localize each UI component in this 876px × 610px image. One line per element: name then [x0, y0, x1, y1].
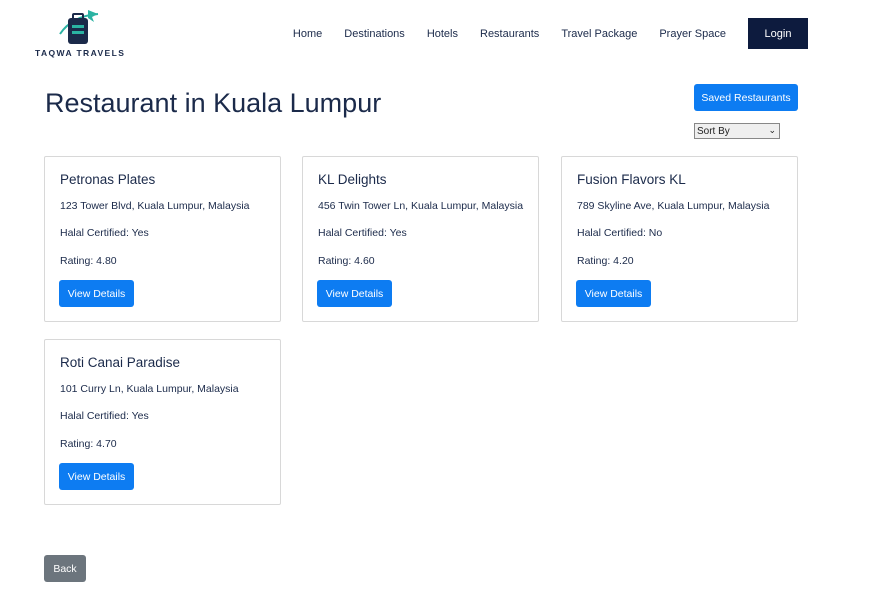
back-button[interactable]: Back [44, 555, 86, 582]
halal-status: Halal Certified: No [577, 227, 663, 239]
restaurant-address: 123 Tower Blvd, Kuala Lumpur, Malaysia [60, 200, 250, 212]
nav-travel-package[interactable]: Travel Package [561, 28, 637, 40]
nav-restaurants[interactable]: Restaurants [480, 28, 539, 40]
restaurant-name: Roti Canai Paradise [60, 355, 181, 370]
restaurant-rating: Rating: 4.20 [577, 255, 634, 267]
brand-name: TAQWA TRAVELS [35, 48, 126, 58]
restaurant-card: Petronas Plates 123 Tower Blvd, Kuala Lu… [44, 156, 281, 322]
sort-select[interactable]: Sort By ⌄ [694, 123, 780, 139]
halal-status: Halal Certified: Yes [60, 410, 149, 422]
nav-prayer-space[interactable]: Prayer Space [659, 28, 726, 40]
restaurant-name: KL Delights [318, 172, 387, 187]
halal-status: Halal Certified: Yes [318, 227, 407, 239]
restaurant-rating: Rating: 4.60 [318, 255, 375, 267]
restaurant-rating: Rating: 4.70 [60, 438, 117, 450]
saved-restaurants-button[interactable]: Saved Restaurants [694, 84, 798, 111]
main-nav: Home Destinations Hotels Restaurants Tra… [293, 18, 808, 49]
sort-select-value: Sort By [697, 125, 730, 137]
view-details-button[interactable]: View Details [59, 280, 134, 307]
restaurant-card: Roti Canai Paradise 101 Curry Ln, Kuala … [44, 339, 281, 505]
view-details-button[interactable]: View Details [59, 463, 134, 490]
nav-hotels[interactable]: Hotels [427, 28, 458, 40]
restaurant-card: Fusion Flavors KL 789 Skyline Ave, Kuala… [561, 156, 798, 322]
luggage-plane-icon [59, 10, 99, 44]
brand-logo[interactable]: TAQWA TRAVELS [34, 8, 126, 58]
page-title: Restaurant in Kuala Lumpur [45, 88, 382, 118]
view-details-button[interactable]: View Details [576, 280, 651, 307]
restaurant-address: 456 Twin Tower Ln, Kuala Lumpur, Malaysi… [318, 200, 524, 212]
login-button[interactable]: Login [748, 18, 808, 49]
restaurant-card: KL Delights 456 Twin Tower Ln, Kuala Lum… [302, 156, 539, 322]
nav-destinations[interactable]: Destinations [344, 28, 405, 40]
restaurant-name: Petronas Plates [60, 172, 156, 187]
restaurant-name: Fusion Flavors KL [577, 172, 686, 187]
restaurant-rating: Rating: 4.80 [60, 255, 117, 267]
view-details-button[interactable]: View Details [317, 280, 392, 307]
halal-status: Halal Certified: Yes [60, 227, 149, 239]
restaurant-address: 101 Curry Ln, Kuala Lumpur, Malaysia [60, 383, 239, 395]
nav-home[interactable]: Home [293, 28, 322, 40]
chevron-down-icon: ⌄ [768, 125, 776, 135]
restaurant-address: 789 Skyline Ave, Kuala Lumpur, Malaysia [577, 200, 770, 212]
